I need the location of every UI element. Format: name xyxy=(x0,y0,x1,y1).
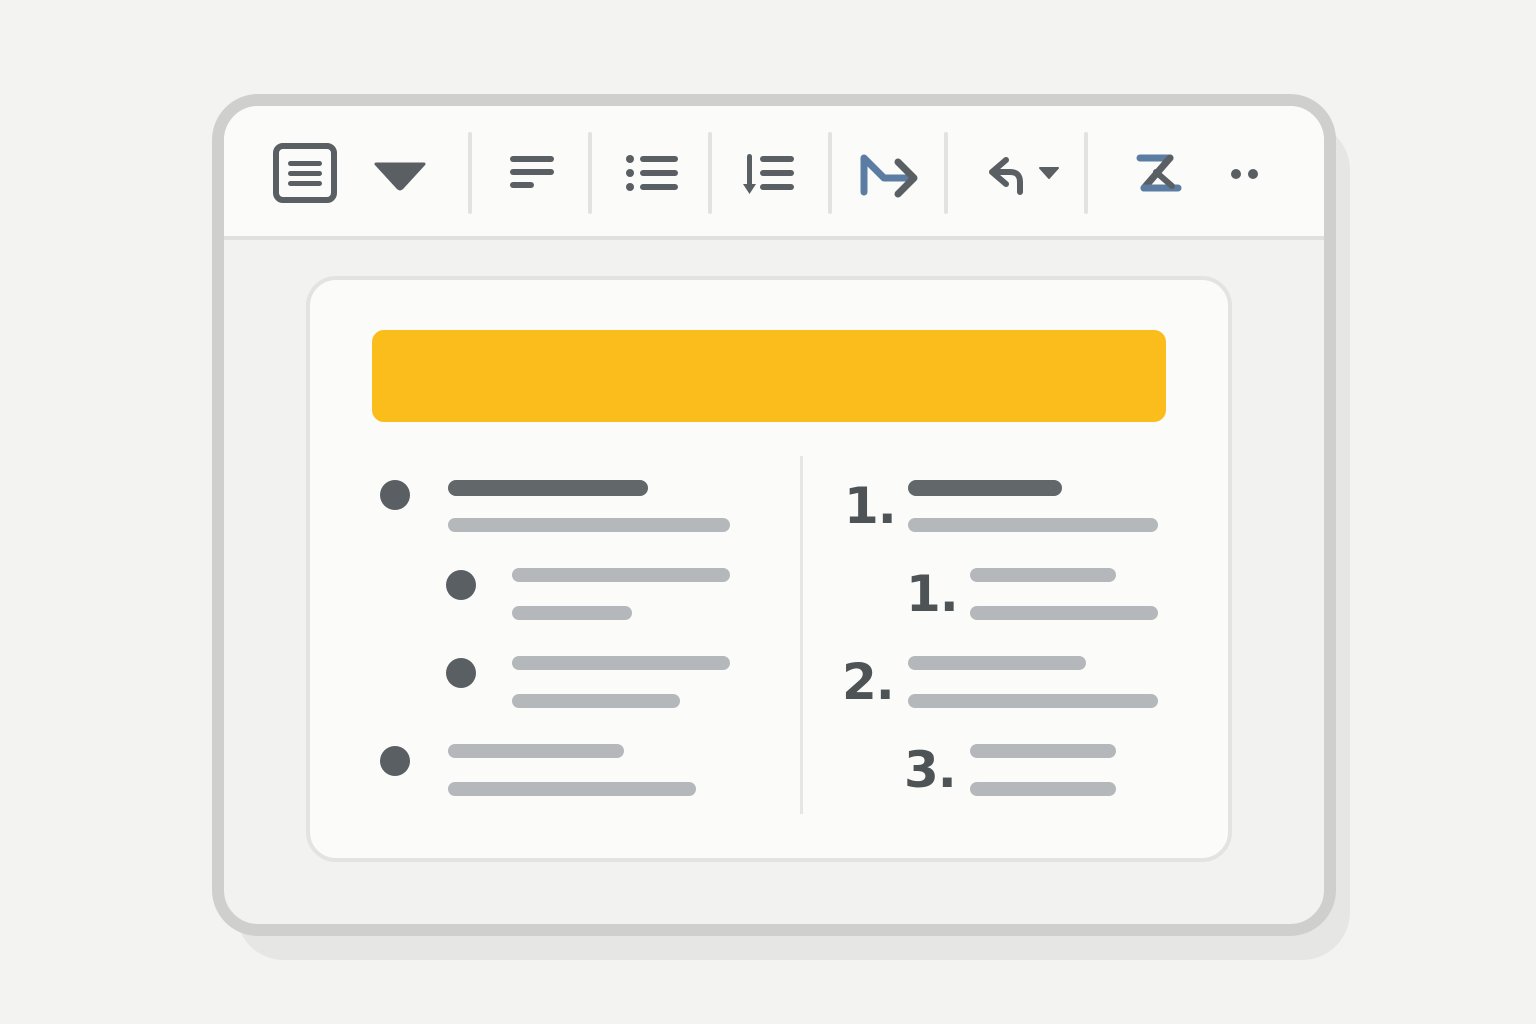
document-page[interactable]: 1. 1. 2. 3. xyxy=(306,276,1232,862)
title-highlight-banner xyxy=(372,330,1166,422)
bulleted-list-button[interactable] xyxy=(624,150,680,196)
toolbar-separator xyxy=(1084,132,1088,214)
bulleted-list-icon xyxy=(626,155,678,191)
undo-button[interactable] xyxy=(978,146,1068,200)
list-item-text-line xyxy=(512,606,632,620)
more-options-icon xyxy=(1231,169,1258,179)
toolbar-separator xyxy=(468,132,472,214)
list-item-text-line xyxy=(970,568,1116,582)
style-dropdown-button[interactable] xyxy=(372,156,428,192)
paragraph-style-icon xyxy=(273,143,337,203)
list-number: 2. xyxy=(842,653,895,711)
toolbar xyxy=(224,106,1324,240)
list-item-text-line xyxy=(970,782,1116,796)
list-item-text-line xyxy=(512,656,730,670)
column-divider xyxy=(800,456,803,814)
more-options-button[interactable] xyxy=(1224,162,1264,186)
bullet-marker xyxy=(446,570,476,600)
editor-window: 1. 1. 2. 3. xyxy=(212,94,1336,936)
toolbar-separator xyxy=(588,132,592,214)
bullet-marker xyxy=(380,480,410,510)
toolbar-separator xyxy=(828,132,832,214)
list-item-text-line xyxy=(512,694,680,708)
list-item-text-line xyxy=(448,744,624,758)
undo-icon xyxy=(989,157,1059,195)
list-item-text-line xyxy=(908,480,1062,496)
list-item-text-line xyxy=(448,518,730,532)
bullet-marker xyxy=(380,746,410,776)
align-left-icon xyxy=(510,156,554,188)
list-item-text-line xyxy=(908,518,1158,532)
list-item-text-line xyxy=(908,694,1158,708)
toolbar-separator xyxy=(944,132,948,214)
toolbar-separator xyxy=(708,132,712,214)
clear-formatting-icon xyxy=(1136,154,1182,192)
line-spacing-icon xyxy=(743,154,794,194)
list-item-text-line xyxy=(512,568,730,582)
clear-formatting-button[interactable] xyxy=(1134,146,1186,200)
indent-arrow-icon xyxy=(860,154,918,198)
list-item-text-line xyxy=(970,606,1158,620)
bullet-marker xyxy=(446,658,476,688)
align-left-button[interactable] xyxy=(508,150,558,196)
list-item-text-line xyxy=(970,744,1116,758)
list-number: 1. xyxy=(906,565,959,623)
list-number: 3. xyxy=(904,741,957,799)
line-spacing-button[interactable] xyxy=(742,148,798,198)
indent-button[interactable] xyxy=(858,146,922,200)
paragraph-style-button[interactable] xyxy=(272,142,338,204)
list-number: 1. xyxy=(844,477,897,535)
style-dropdown-arrow-icon xyxy=(374,162,426,191)
list-item-text-line xyxy=(448,480,648,496)
list-item-text-line xyxy=(908,656,1086,670)
list-item-text-line xyxy=(448,782,696,796)
